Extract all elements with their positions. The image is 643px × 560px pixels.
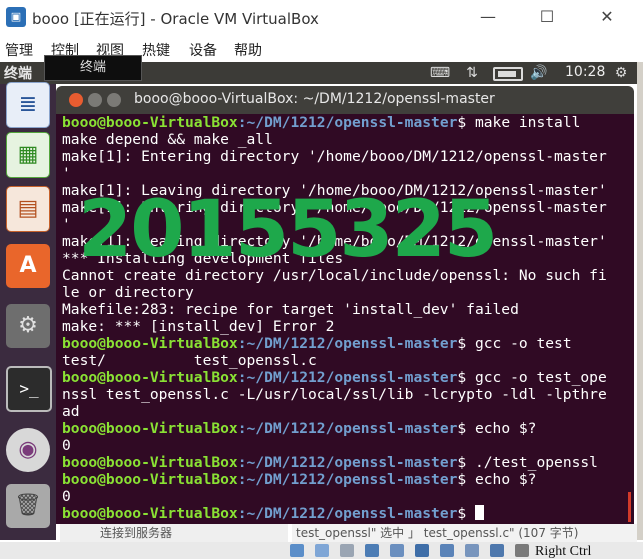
prompt-command: $ — [457, 505, 475, 522]
prompt-command: $ echo $? — [457, 420, 537, 437]
launcher-tooltip: 终端 — [44, 55, 142, 81]
terminal-output-line: nssl test_openssl.c -L/usr/local/ssl/lib… — [62, 386, 607, 403]
volume-icon[interactable]: 🔊 — [530, 65, 548, 81]
panel-app-title: 终端 — [4, 66, 32, 82]
prompt-path: :~/DM/1212/openssl-master — [237, 369, 458, 386]
audio-status-icon[interactable] — [340, 544, 354, 557]
optical-status-icon[interactable] — [315, 544, 329, 557]
terminal-output-line: Makefile:283: recipe for target 'install… — [62, 301, 519, 318]
mouse-status-icon[interactable] — [515, 544, 529, 557]
terminal-output-line: make[1]: Entering directory '/home/booo/… — [62, 148, 607, 165]
terminal-prompt-line: booo@booo-VirtualBox:~/DM/1212/openssl-m… — [62, 454, 607, 471]
background-window-left — [60, 524, 288, 542]
terminal-prompt-line: booo@booo-VirtualBox:~/DM/1212/openssl-m… — [62, 369, 607, 386]
libreoffice-calc-icon[interactable]: ▦ — [6, 132, 50, 178]
terminal-title: booo@booo-VirtualBox: ~/DM/1212/openssl-… — [134, 91, 495, 107]
prompt-path: :~/DM/1212/openssl-master — [237, 114, 458, 131]
prompt-user: booo@booo-VirtualBox — [62, 420, 238, 437]
terminal-output-line: test/ test_openssl.c — [62, 352, 317, 369]
prompt-path: :~/DM/1212/openssl-master — [237, 505, 458, 522]
prompt-path: :~/DM/1212/openssl-master — [237, 454, 458, 471]
terminal-output-line: make: *** [install_dev] Error 2 — [62, 318, 335, 335]
battery-level — [498, 71, 516, 77]
terminal-launcher-icon[interactable]: >_ — [6, 366, 52, 412]
libreoffice-impress-icon[interactable]: ▤ — [6, 186, 50, 232]
menu-devices[interactable]: 设备 — [189, 40, 217, 60]
terminal-prompt-line: booo@booo-VirtualBox:~/DM/1212/openssl-m… — [62, 420, 607, 437]
host-right-edge — [637, 62, 643, 540]
prompt-user: booo@booo-VirtualBox — [62, 114, 238, 131]
terminal-prompt-line: booo@booo-VirtualBox:~/DM/1212/openssl-m… — [62, 471, 607, 488]
terminal-output-line: 0 — [62, 488, 71, 505]
terminal-output-line: le or directory — [62, 284, 194, 301]
virtualbox-app-icon: ▣ — [6, 7, 26, 27]
terminal-minimize-button[interactable] — [88, 93, 102, 107]
prompt-command: $ gcc -o test — [457, 335, 572, 352]
usb-status-icon[interactable] — [390, 544, 404, 557]
cpu-status-icon[interactable] — [490, 544, 504, 557]
prompt-user: booo@booo-VirtualBox — [62, 454, 238, 471]
menu-help[interactable]: 帮助 — [234, 40, 262, 60]
prompt-path: :~/DM/1212/openssl-master — [237, 335, 458, 352]
terminal-output-line: 0 — [62, 437, 71, 454]
maximize-button[interactable]: ☐ — [532, 6, 562, 28]
host-key-label: Right Ctrl — [535, 544, 592, 559]
shared-folder-status-icon[interactable] — [415, 544, 429, 557]
window-title: booo [正在运行] - Oracle VM VirtualBox — [32, 10, 319, 28]
menu-hotkey[interactable]: 热键 — [142, 40, 170, 60]
prompt-command: $ ./test_openssl — [457, 454, 598, 471]
system-settings-icon[interactable]: ⚙ — [6, 304, 50, 348]
terminal-output-line: ad — [62, 403, 80, 420]
scroll-indicator — [628, 492, 631, 522]
prompt-user: booo@booo-VirtualBox — [62, 471, 238, 488]
prompt-command: $ gcc -o test_ope — [457, 369, 607, 386]
network-status-icon[interactable] — [365, 544, 379, 557]
terminal-prompt-line: booo@booo-VirtualBox:~/DM/1212/openssl-m… — [62, 505, 607, 522]
terminal-output: booo@booo-VirtualBox:~/DM/1212/openssl-m… — [62, 114, 607, 522]
terminal-output-line: make depend && make _all — [62, 131, 273, 148]
display-status-icon[interactable] — [440, 544, 454, 557]
prompt-user: booo@booo-VirtualBox — [62, 369, 238, 386]
prompt-path: :~/DM/1212/openssl-master — [237, 471, 458, 488]
watermark-student-id: 20155325 — [78, 185, 498, 275]
prompt-command: $ make install — [457, 114, 581, 131]
terminal-body[interactable]: booo@booo-VirtualBox:~/DM/1212/openssl-m… — [56, 114, 634, 524]
menu-manage[interactable]: 管理 — [5, 40, 33, 60]
prompt-user: booo@booo-VirtualBox — [62, 335, 238, 352]
close-button[interactable]: ✕ — [592, 6, 622, 28]
prompt-command: $ echo $? — [457, 471, 537, 488]
terminal-output-line: ' — [62, 165, 71, 182]
trash-icon[interactable]: 🗑 — [6, 484, 50, 528]
prompt-path: :~/DM/1212/openssl-master — [237, 420, 458, 437]
terminal-prompt-line: booo@booo-VirtualBox:~/DM/1212/openssl-m… — [62, 114, 607, 131]
minimize-button[interactable]: — — [473, 6, 503, 28]
terminal-prompt-line: booo@booo-VirtualBox:~/DM/1212/openssl-m… — [62, 335, 607, 352]
power-gear-icon[interactable]: ⚙ — [612, 65, 630, 81]
terminal-close-button[interactable] — [69, 93, 83, 107]
prompt-user: booo@booo-VirtualBox — [62, 505, 238, 522]
background-right-text: test_openssl" 选中 」 test_openssl.c" (107 … — [296, 526, 579, 540]
libreoffice-writer-icon[interactable]: ≣ — [6, 82, 50, 128]
dvd-icon[interactable]: ◉ — [6, 428, 50, 472]
terminal-cursor — [474, 505, 484, 520]
hdd-status-icon[interactable] — [290, 544, 304, 557]
ubuntu-software-icon[interactable]: A — [6, 244, 50, 288]
terminal-maximize-button[interactable] — [107, 93, 121, 107]
keyboard-icon[interactable]: ⌨ — [429, 65, 451, 81]
capture-status-icon[interactable] — [465, 544, 479, 557]
background-left-text: 连接到服务器 — [100, 526, 173, 540]
panel-clock[interactable]: 10:28 — [565, 64, 605, 80]
network-icon[interactable]: ⇅ — [463, 65, 481, 81]
